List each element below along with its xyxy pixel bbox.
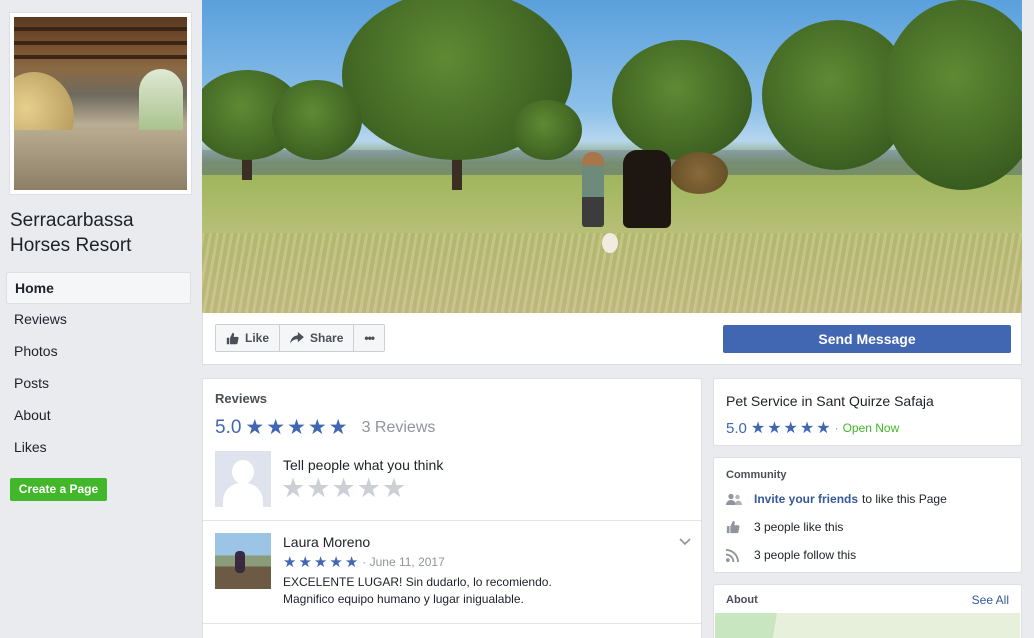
more-dots-icon: ••• — [364, 331, 375, 345]
profile-picture[interactable] — [9, 12, 192, 195]
nav-item-about[interactable]: About — [6, 400, 191, 432]
invite-friends-text: to like this Page — [862, 492, 947, 506]
nav-item-reviews[interactable]: Reviews — [6, 304, 191, 336]
about-heading[interactable]: About — [726, 594, 758, 606]
community-heading[interactable]: Community — [726, 469, 787, 481]
review-text-line: Magnifico equipo humano y lugar iniguala… — [283, 592, 524, 606]
overall-rating: 5.0 ★ ★ ★ ★ ★ 3 Reviews — [215, 417, 435, 439]
review-prompt: Tell people what you think — [283, 457, 444, 473]
avatar — [215, 451, 271, 507]
dog-figure — [602, 233, 618, 253]
star-icon: ★ — [329, 554, 343, 571]
page-category[interactable]: Pet Service in Sant Quirze Safaja — [726, 393, 934, 409]
like-label: Like — [245, 331, 270, 345]
location-map[interactable] — [715, 613, 1020, 638]
star-icon: ★ — [298, 554, 312, 571]
more-button[interactable]: ••• — [354, 325, 384, 351]
rate-stars-input[interactable]: ★ ★ ★ ★ ★ — [281, 475, 406, 502]
about-card: About See All — [713, 584, 1022, 638]
community-card: Community Invite your friends to like th… — [713, 457, 1022, 573]
chevron-down-icon[interactable] — [679, 535, 691, 549]
follows-row: 3 people follow this — [726, 548, 856, 562]
create-page-button[interactable]: Create a Page — [10, 478, 107, 501]
empty-star-icon[interactable]: ★ — [382, 475, 406, 502]
star-icon: ★ — [328, 416, 348, 439]
like-button[interactable]: Like — [216, 325, 281, 351]
likes-row: 3 people like this — [726, 520, 843, 534]
cover-photo[interactable] — [202, 0, 1022, 313]
star-icon: ★ — [245, 416, 265, 439]
review-text: EXCELENTE LUGAR! Sin dudarlo, lo recomie… — [283, 574, 683, 608]
star-icon: ★ — [816, 420, 831, 437]
reviewer-avatar[interactable] — [215, 533, 271, 589]
nav-item-home[interactable]: Home — [6, 272, 191, 304]
profile-photo-barn — [14, 17, 187, 190]
nav-item-photos[interactable]: Photos — [6, 336, 191, 368]
send-message-button[interactable]: Send Message — [723, 325, 1011, 353]
action-button-group: Like Share ••• — [215, 324, 385, 352]
star-icon: ★ — [266, 416, 286, 439]
empty-star-icon[interactable]: ★ — [281, 475, 305, 502]
empty-star-icon[interactable]: ★ — [306, 475, 330, 502]
reviews-count[interactable]: 3 Reviews — [362, 419, 436, 437]
empty-star-icon[interactable]: ★ — [331, 475, 355, 502]
star-icon: ★ — [344, 554, 359, 571]
nav-item-likes[interactable]: Likes — [6, 432, 191, 464]
review-date[interactable]: · June 11, 2017 — [362, 555, 445, 569]
rating-stars: ★ ★ ★ ★ ★ — [245, 417, 347, 439]
page-title[interactable]: Serracarbassa Horses Resort — [10, 208, 195, 258]
see-all-link[interactable]: See All — [972, 593, 1009, 607]
invite-friends-icon — [726, 493, 742, 506]
star-icon: ★ — [767, 420, 782, 437]
star-icon: ★ — [783, 420, 798, 437]
rating-stars: ★ ★ ★ ★ ★ — [751, 418, 831, 438]
star-icon: ★ — [283, 554, 297, 571]
horse-figure — [623, 150, 671, 228]
review-text-line: EXCELENTE LUGAR! Sin dudarlo, lo recomie… — [283, 575, 552, 589]
star-icon: ★ — [307, 416, 327, 439]
thumbs-up-icon — [226, 332, 239, 345]
separator-dot: · — [834, 421, 839, 435]
empty-star-icon[interactable]: ★ — [357, 475, 381, 502]
page-info-card: Pet Service in Sant Quirze Safaja 5.0 ★ … — [713, 378, 1022, 446]
rating-value: 5.0 — [726, 419, 747, 437]
star-icon: ★ — [313, 554, 328, 571]
star-icon: ★ — [287, 416, 306, 439]
left-column: Serracarbassa Horses Resort Home Reviews… — [0, 0, 202, 638]
divider — [203, 520, 701, 521]
likes-count[interactable]: 3 people like this — [754, 520, 843, 534]
info-rating: 5.0 ★ ★ ★ ★ ★ · Open Now — [726, 418, 899, 438]
share-arrow-icon — [290, 332, 304, 344]
page-nav: Home Reviews Photos Posts About Likes — [6, 272, 191, 464]
review-stars: ★ ★ ★ ★ ★ — [283, 553, 358, 571]
divider — [203, 623, 701, 624]
star-icon: ★ — [799, 420, 815, 437]
share-label: Share — [310, 331, 344, 345]
follow-rss-icon — [726, 548, 742, 562]
follows-count[interactable]: 3 people follow this — [754, 548, 856, 562]
star-icon: ★ — [750, 420, 766, 437]
rating-value: 5.0 — [215, 417, 242, 438]
share-button[interactable]: Share — [280, 325, 355, 351]
like-icon — [726, 520, 742, 534]
page-action-bar: Like Share ••• Send Message — [202, 313, 1022, 365]
reviews-card: Reviews 5.0 ★ ★ ★ ★ ★ 3 Reviews Tell peo… — [202, 378, 702, 638]
invite-friends-link[interactable]: Invite your friends — [754, 492, 858, 506]
rider-figure — [582, 152, 604, 227]
invite-friends-row: Invite your friends to like this Page — [726, 492, 947, 506]
open-status: Open Now — [842, 421, 900, 435]
nav-item-posts[interactable]: Posts — [6, 368, 191, 400]
reviews-heading[interactable]: Reviews — [215, 391, 267, 406]
reviewer-name[interactable]: Laura Moreno — [283, 534, 370, 550]
review-meta: ★ ★ ★ ★ ★ · June 11, 2017 — [283, 553, 445, 571]
